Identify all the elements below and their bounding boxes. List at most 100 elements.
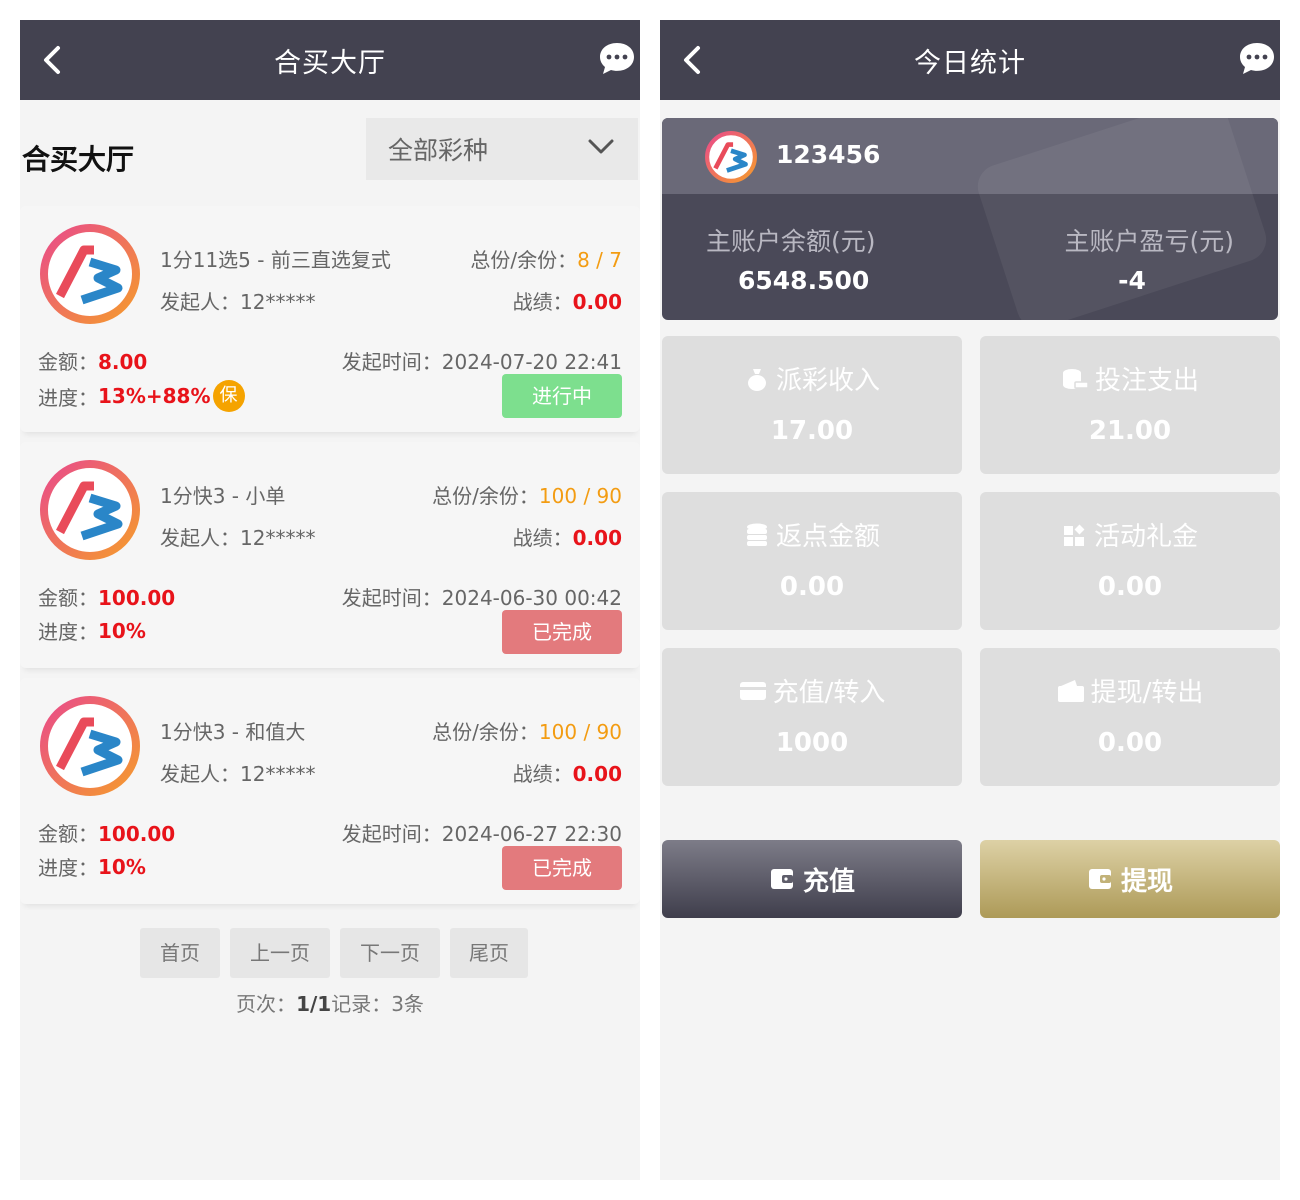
tile-value: 1000: [775, 728, 849, 758]
wallet-icon: [770, 869, 793, 889]
card-record: 战绩：0.00: [512, 290, 622, 314]
balance-value: 6548.500: [738, 266, 870, 295]
stat-tile-rebate[interactable]: 返点金额 0.00: [662, 492, 962, 630]
lottery-type-value: 全部彩种: [388, 136, 489, 165]
wallet-icon: [1088, 869, 1111, 889]
chat-icon[interactable]: [1238, 40, 1276, 78]
bet-card[interactable]: 1分11选5 - 前三直选复式 总份/余份：8 / 7 发起人：12***** …: [20, 206, 640, 432]
stat-tile-bonus[interactable]: 活动礼金 0.00: [980, 492, 1280, 630]
recharge-button[interactable]: 充值: [662, 840, 962, 918]
brand-logo-icon: [40, 696, 140, 796]
next-page-button[interactable]: 下一页: [340, 928, 440, 978]
chat-icon[interactable]: [598, 40, 636, 78]
tile-label: 充值/转入: [772, 678, 886, 708]
prev-page-button[interactable]: 上一页: [230, 928, 330, 978]
bet-card[interactable]: 1分快3 - 和值大 总份/余份：100 / 90 发起人：12***** 战绩…: [20, 678, 640, 904]
tile-label: 提现/转出: [1090, 678, 1204, 708]
stat-tile-payout[interactable]: 派彩收入 17.00: [662, 336, 962, 474]
card-starter-value: 12*****: [240, 762, 316, 786]
card-amount-value: 8.00: [98, 350, 148, 374]
stat-tile-withdraw[interactable]: 提现/转出 0.00: [980, 648, 1280, 786]
card-lottery-name: 1分快3 - 和值大: [160, 720, 306, 744]
back-arrow-icon[interactable]: [30, 38, 74, 82]
card-lottery-name: 1分快3 - 小单: [160, 484, 286, 508]
card-amount-value: 100.00: [98, 586, 176, 610]
card-amount: 金额：8.00: [38, 350, 148, 374]
tile-value: 0.00: [1097, 728, 1163, 758]
card-icon: [739, 681, 766, 700]
hall-heading: 合买大厅: [22, 143, 135, 176]
page-title: 今日统计: [914, 47, 1026, 79]
stat-tile-bet[interactable]: 投注支出 21.00: [980, 336, 1280, 474]
tile-value: 0.00: [1097, 572, 1163, 602]
card-start-time-value: 2024-06-27 22:30: [441, 822, 622, 846]
pagination: 首页 上一页 下一页 尾页 页次：1/1记录：3条: [20, 928, 640, 1028]
profit-value: -4: [1118, 266, 1146, 295]
card-amount: 金额：100.00: [38, 586, 176, 610]
card-lottery-name: 1分11选5 - 前三直选复式: [160, 248, 391, 272]
card-shares: 总份/余份：100 / 90: [432, 720, 622, 744]
card-amount-value: 100.00: [98, 822, 176, 846]
today-stats-screen: 今日统计 123456 主账户余额(元) 6548.500 主账户盈亏(元) -…: [660, 20, 1280, 1180]
status-button[interactable]: 进行中: [502, 374, 622, 418]
card-progress-value: 10%: [98, 618, 146, 643]
card-progress: 进度： 10%: [38, 854, 146, 881]
card-starter-value: 12*****: [240, 290, 316, 314]
tile-value: 17.00: [770, 416, 854, 446]
account-summary-card: 123456 主账户余额(元) 6548.500 主账户盈亏(元) -4: [662, 118, 1278, 320]
card-start-time: 发起时间：2024-07-20 22:41: [341, 350, 622, 374]
card-start-time-value: 2024-06-30 00:42: [441, 586, 622, 610]
tile-label: 活动礼金: [1093, 522, 1198, 552]
page-number: 1/1: [296, 992, 332, 1016]
bet-card[interactable]: 1分快3 - 小单 总份/余份：100 / 90 发起人：12***** 战绩：…: [20, 442, 640, 668]
brand-logo-icon: [40, 224, 140, 324]
tile-value: 0.00: [779, 572, 845, 602]
card-starter-value: 12*****: [240, 526, 316, 550]
user-avatar-icon: [705, 131, 757, 183]
card-amount: 金额：100.00: [38, 822, 176, 846]
status-button[interactable]: 已完成: [502, 846, 622, 890]
money-bag-icon: [747, 368, 766, 391]
card-shares-value: 100 / 90: [538, 720, 622, 744]
card-start-time-value: 2024-07-20 22:41: [441, 350, 622, 374]
database-icon: [746, 523, 767, 546]
card-shares: 总份/余份：8 / 7: [470, 248, 622, 272]
last-page-button[interactable]: 尾页: [450, 928, 528, 978]
card-starter: 发起人：12*****: [160, 290, 316, 314]
card-shares-value: 8 / 7: [577, 248, 622, 272]
status-button[interactable]: 已完成: [502, 610, 622, 654]
wallet-icon: [1057, 679, 1084, 702]
tile-value: 21.00: [1088, 416, 1172, 446]
header: 合买大厅: [20, 20, 640, 100]
withdraw-button[interactable]: 提现: [980, 840, 1280, 918]
card-start-time: 发起时间：2024-06-30 00:42: [341, 586, 622, 610]
chevron-down-icon: [588, 139, 614, 154]
guarantee-badge: 保: [212, 380, 245, 412]
card-progress-value: 13%+88%: [98, 384, 211, 408]
first-page-button[interactable]: 首页: [140, 928, 220, 978]
record-count: 3条: [391, 992, 424, 1016]
back-arrow-icon[interactable]: [670, 38, 714, 82]
tile-label: 派彩收入: [775, 366, 880, 396]
tile-label: 投注支出: [1094, 366, 1199, 396]
username: 123456: [776, 140, 881, 169]
card-record-value: 0.00: [572, 762, 622, 786]
profit-label: 主账户盈亏(元): [1064, 227, 1234, 256]
card-record-value: 0.00: [572, 526, 622, 550]
page-title: 合买大厅: [274, 47, 386, 79]
card-progress: 进度： 13%+88% 保: [38, 380, 245, 412]
card-starter: 发起人：12*****: [160, 526, 316, 550]
card-shares: 总份/余份：100 / 90: [432, 484, 622, 508]
withdraw-label: 提现: [1120, 866, 1173, 897]
brand-logo-icon: [40, 460, 140, 560]
card-shares-value: 100 / 90: [538, 484, 622, 508]
card-record-value: 0.00: [572, 290, 622, 314]
stat-tile-deposit[interactable]: 充值/转入 1000: [662, 648, 962, 786]
card-progress-value: 10%: [98, 854, 146, 879]
coins-icon: [1062, 368, 1089, 389]
balance-label: 主账户余额(元): [706, 227, 876, 256]
lottery-type-select[interactable]: 全部彩种: [366, 118, 638, 180]
tile-label: 返点金额: [775, 522, 880, 552]
recharge-label: 充值: [802, 866, 855, 897]
card-record: 战绩：0.00: [512, 762, 622, 786]
